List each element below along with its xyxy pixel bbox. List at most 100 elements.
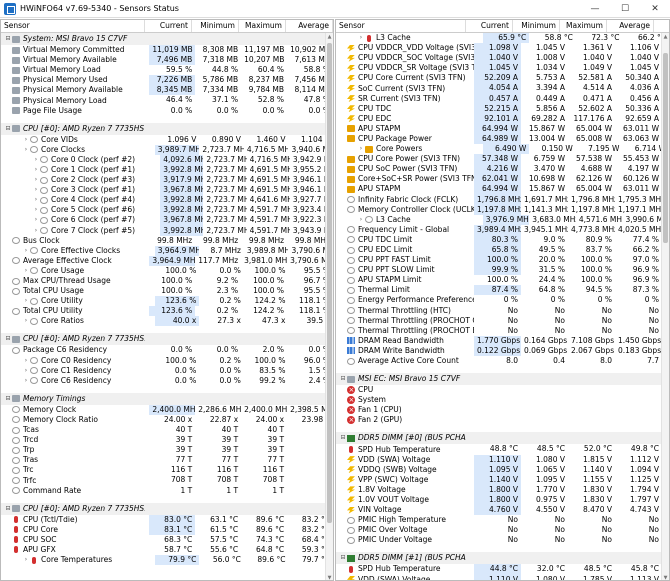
sensor-row-cpu-tctl-tdie[interactable]: CPU (Tctl/Tdie) 83.0 °C 63.1 °C 89.6 °C 83.2… [1,514,333,525]
sensor-row-core-c1-residency[interactable]: › Core C1 Residency 0.0 % 0.0 % 83.5 % 1.5 % [1,366,333,376]
sensor-row-cpu-soc-power-svi3-tfn[interactable]: CPU SoC Power (SVI3 TFN) 4.216 W 3.470 W 4.… [336,164,669,175]
collapse-toggle-icon[interactable]: ⊟ [339,373,347,385]
expand-toggle-icon[interactable]: › [22,145,30,155]
scroll-down-arrow-icon[interactable]: ▼ [662,574,669,580]
collapse-toggle-icon[interactable]: ⊟ [4,333,12,345]
collapse-toggle-icon[interactable]: ⊟ [339,432,347,444]
sensor-row-core-soc-sr-power-svi3-tfn[interactable]: Core+SoC+SR Power (SVI3 TFN) 62.041 W 10.6… [336,174,669,185]
header-minimum[interactable]: Minimum [513,20,560,32]
sensor-row-cpu-ppt-slow-limit[interactable]: CPU PPT SLOW Limit 99.9 % 31.5 % 100.0 % 96.… [336,265,669,276]
collapse-toggle-icon[interactable]: ⊟ [4,123,12,135]
header-maximum[interactable]: Maximum [560,20,607,32]
sensor-row-cpu-core[interactable]: CPU Core 83.1 °C 61.5 °C 89.6 °C 83.2 °C [1,524,333,535]
sensor-group-header[interactable]: ⊟ System: MSI Bravo 15 C7VF [1,33,333,45]
minimize-button[interactable]: — [580,0,610,18]
sensor-group-header[interactable]: ⊟ DDR5 DIMM [#0] (BUS PCHANNEL A/DIMM 0) [336,432,669,445]
sensor-row-cpu-edc-limit[interactable]: CPU EDC Limit 65.8 % 49.5 % 83.7 % 66.2 % [336,244,669,256]
sensor-row-physical-memory-available[interactable]: Physical Memory Available 8,345 MB 7,334 M… [1,85,333,96]
sensor-row-cpu-edc[interactable]: CPU EDC 92.101 A 69.282 A 117.176 A 92.659 A [336,113,669,124]
sensor-row-core-powers[interactable]: › Core Powers 6.490 W 0.150 W 7.195 W 6.714 W [336,144,669,155]
sensor-row-l3-cache[interactable]: › L3 Cache 3,976.9 MHz 3,683.0 MHz 4,571.6 M… [336,214,669,225]
sensor-row-trp[interactable]: Trp 39 T 39 T 39 T [1,445,333,455]
sensor-row-1-8v-voltage[interactable]: 1.8V Voltage 1.800 V 1.770 V 1.830 V 1.794 V [336,484,669,495]
sensor-pane-left[interactable]: Sensor Current Minimum Maximum Average ⊟… [0,19,334,581]
expand-toggle-icon[interactable]: › [22,266,30,276]
sensor-row-core-1-clock-perf-1[interactable]: › Core 1 Clock (perf #1) 3,992.8 MHz2,723.… [1,164,333,176]
sensor-row-core-clocks[interactable]: › Core Clocks 3,989.7 MHz2,723.7 MHz4,716.… [1,144,333,155]
header-current[interactable]: Current [466,20,513,32]
expand-toggle-icon[interactable]: › [22,296,30,306]
sensor-row-trfc[interactable]: Trfc 708 T 708 T 708 T [1,475,333,485]
sensor-row-cpu-core-current-svi3-tfn[interactable]: CPU Core Current (SVI3 TFN) 52.209 A 5.753… [336,73,669,84]
expand-toggle-icon[interactable]: › [357,144,365,154]
sensor-row-physical-memory-load[interactable]: Physical Memory Load 46.4 % 37.1 % 52.8 % 47… [1,95,333,105]
sensor-row-cpu[interactable]: CPU [336,385,669,395]
sensor-row-memory-clock[interactable]: Memory Clock 2,400.0 MHz 2,286.6 MHz 2,400.… [1,404,333,415]
sensor-row-pmic-under-voltage[interactable]: PMIC Under Voltage No No No No [336,535,669,545]
sensor-row-vdd-swa-voltage[interactable]: VDD (SWA) Voltage 1.110 V 1.080 V 1.785 V 1.… [336,574,669,580]
sensor-group-header[interactable]: ⊟ Memory Timings [1,392,333,405]
scrollbar-left[interactable]: ▲ ▼ [325,33,333,580]
expand-toggle-icon[interactable]: › [357,215,365,225]
sensor-row-core-3-clock-perf-1[interactable]: › Core 3 Clock (perf #1) 3,967.8 MHz2,723.… [1,185,333,196]
sensor-row-pmic-high-temperature[interactable]: PMIC High Temperature No No No No [336,515,669,525]
sensor-pane-right[interactable]: Sensor Current Minimum Maximum Average ›… [335,19,670,581]
sensor-row-vpp-swc-voltage[interactable]: VPP (SWC) Voltage 1.140 V 1.095 V 1.155 V 1.… [336,474,669,485]
sensor-row-pmic-over-voltage[interactable]: PMIC Over Voltage No No No No [336,525,669,535]
sensor-row-vdd-swa-voltage[interactable]: VDD (SWA) Voltage 1.110 V 1.080 V 1.815 V 1.… [336,454,669,465]
sensor-row-tras[interactable]: Tras 77 T 77 T 77 T [1,455,333,465]
expand-toggle-icon[interactable]: › [32,195,40,205]
sensor-row-thermal-limit[interactable]: Thermal Limit 87.4 % 64.8 % 94.5 % 87.3 % [336,285,669,296]
sensor-row-core-ratios[interactable]: › Core Ratios 40.0 x 27.3 x 47.3 x 39.5 x [1,316,333,327]
sensor-row-core-c6-residency[interactable]: › Core C6 Residency 0.0 % 0.0 % 99.2 % 2.4 % [1,376,333,386]
sensor-row-core-7-clock-perf-5[interactable]: › Core 7 Clock (perf #5) 3,992.8 MHz2,723.… [1,225,333,236]
sensor-row-core-0-clock-perf-2[interactable]: › Core 0 Clock (perf #2) 4,092.6 MHz2,723.… [1,154,333,165]
sensor-row-fan-1-cpu[interactable]: Fan 1 (CPU) [336,405,669,415]
sensor-row-core-4-clock-perf-4[interactable]: › Core 4 Clock (perf #4) 3,992.8 MHz2,723.… [1,195,333,206]
scrollbar-right[interactable]: ▲ ▼ [661,33,669,580]
sensor-row-l3-cache[interactable]: › L3 Cache 65.9 °C 58.8 °C 72.3 °C 66.2 °C [336,33,669,44]
sensor-row-tcas[interactable]: Tcas 40 T 40 T 40 T [1,425,333,435]
sensor-row-bus-clock[interactable]: Bus Clock 99.8 MHz 99.8 MHz 99.8 MHz 99.8 MH… [1,236,333,246]
scroll-up-arrow-icon[interactable]: ▲ [662,33,669,41]
sensor-row-frequency-limit-global[interactable]: Frequency Limit - Global 3,989.4 MHz 3,945… [336,224,669,235]
expand-toggle-icon[interactable]: › [32,205,40,215]
sensor-group-header[interactable]: ⊟ DDR5 DIMM [#1] (BUS PCHANNEL B/DIMM 0) [336,552,669,565]
header-sensor[interactable]: Sensor [336,20,466,32]
sensor-row-system[interactable]: System [336,395,669,405]
sensor-row-thermal-throttling-htc[interactable]: Thermal Throttling (HTC) No No No No [336,306,669,316]
sensor-row-spd-hub-temperature[interactable]: SPD Hub Temperature 48.8 °C 48.5 °C 52.0 °C… [336,444,669,454]
sensor-row-apu-stapm[interactable]: APU STAPM 64.994 W 15.867 W 65.004 W 63.011 … [336,123,669,134]
scroll-thumb[interactable] [327,43,332,523]
expand-toggle-icon[interactable]: › [32,175,40,185]
header-average[interactable]: Average [607,20,654,32]
close-button[interactable]: ✕ [640,0,670,18]
sensor-row-cpu-core-power-svi3-tfn[interactable]: CPU Core Power (SVI3 TFN) 57.348 W 6.759 W… [336,154,669,165]
sensor-row-cpu-package-power[interactable]: CPU Package Power 64.989 W 13.004 W 65.008 … [336,133,669,145]
sensor-row-vin-voltage[interactable]: VIN Voltage 4.760 V 4.550 V 8.470 V 4.743 V [336,505,669,516]
sensor-row-thermal-throttling-prochot-ext[interactable]: Thermal Throttling (PROCHOT EXT) No No No No [336,326,669,336]
sensor-row-trc[interactable]: Trc 116 T 116 T 116 T [1,465,333,475]
maximize-button[interactable]: ☐ [610,0,640,18]
collapse-toggle-icon[interactable]: ⊟ [4,33,12,45]
expand-toggle-icon[interactable]: › [357,33,365,43]
sensor-row-core-2-clock-perf-3[interactable]: › Core 2 Clock (perf #3) 3,917.9 MHz2,723.… [1,175,333,186]
expand-toggle-icon[interactable]: › [22,555,30,565]
sensor-row-cpu-soc[interactable]: CPU SOC 68.3 °C 57.5 °C 74.3 °C 68.4 °C [1,535,333,545]
sensor-row-core-c0-residency[interactable]: › Core C0 Residency 100.0 % 0.2 % 100.0 % 96.… [1,356,333,366]
sensor-row-package-c6-residency[interactable]: Package C6 Residency 0.0 % 0.0 % 2.0 % 0.0 % [1,345,333,355]
scroll-up-arrow-icon[interactable]: ▲ [326,33,333,41]
expand-toggle-icon[interactable]: › [22,366,30,376]
sensor-row-core-effective-clocks[interactable]: › Core Effective Clocks 3,964.9 MHz 8.7 MHz… [1,245,333,256]
sensor-row-cpu-ppt-fast-limit[interactable]: CPU PPT FAST Limit 100.0 % 20.0 % 100.0 % 97… [336,255,669,266]
sensor-row-average-effective-clock[interactable]: Average Effective Clock 3,964.9 MHz 117.7 … [1,255,333,266]
sensor-row-vddq-swb-voltage[interactable]: VDDQ (SWB) Voltage 1.095 V 1.065 V 1.140 V 1… [336,464,669,475]
sensor-row-cpu-tdc[interactable]: CPU TDC 52.215 A 5.856 A 52.602 A 50.336 A [336,103,669,114]
sensor-row-cpu-tdc-limit[interactable]: CPU TDC Limit 80.3 % 9.0 % 80.9 % 77.4 % [336,234,669,245]
sensor-row-apu-stapm[interactable]: APU STAPM 64.994 W 15.867 W 65.004 W 63.011 … [336,184,669,195]
expand-toggle-icon[interactable]: › [32,185,40,195]
sensor-row-spd-hub-temperature[interactable]: SPD Hub Temperature 44.8 °C 32.0 °C 48.5 °C… [336,564,669,575]
expand-toggle-icon[interactable]: › [32,215,40,225]
header-minimum[interactable]: Minimum [192,20,239,32]
scroll-down-arrow-icon[interactable]: ▼ [326,574,333,580]
